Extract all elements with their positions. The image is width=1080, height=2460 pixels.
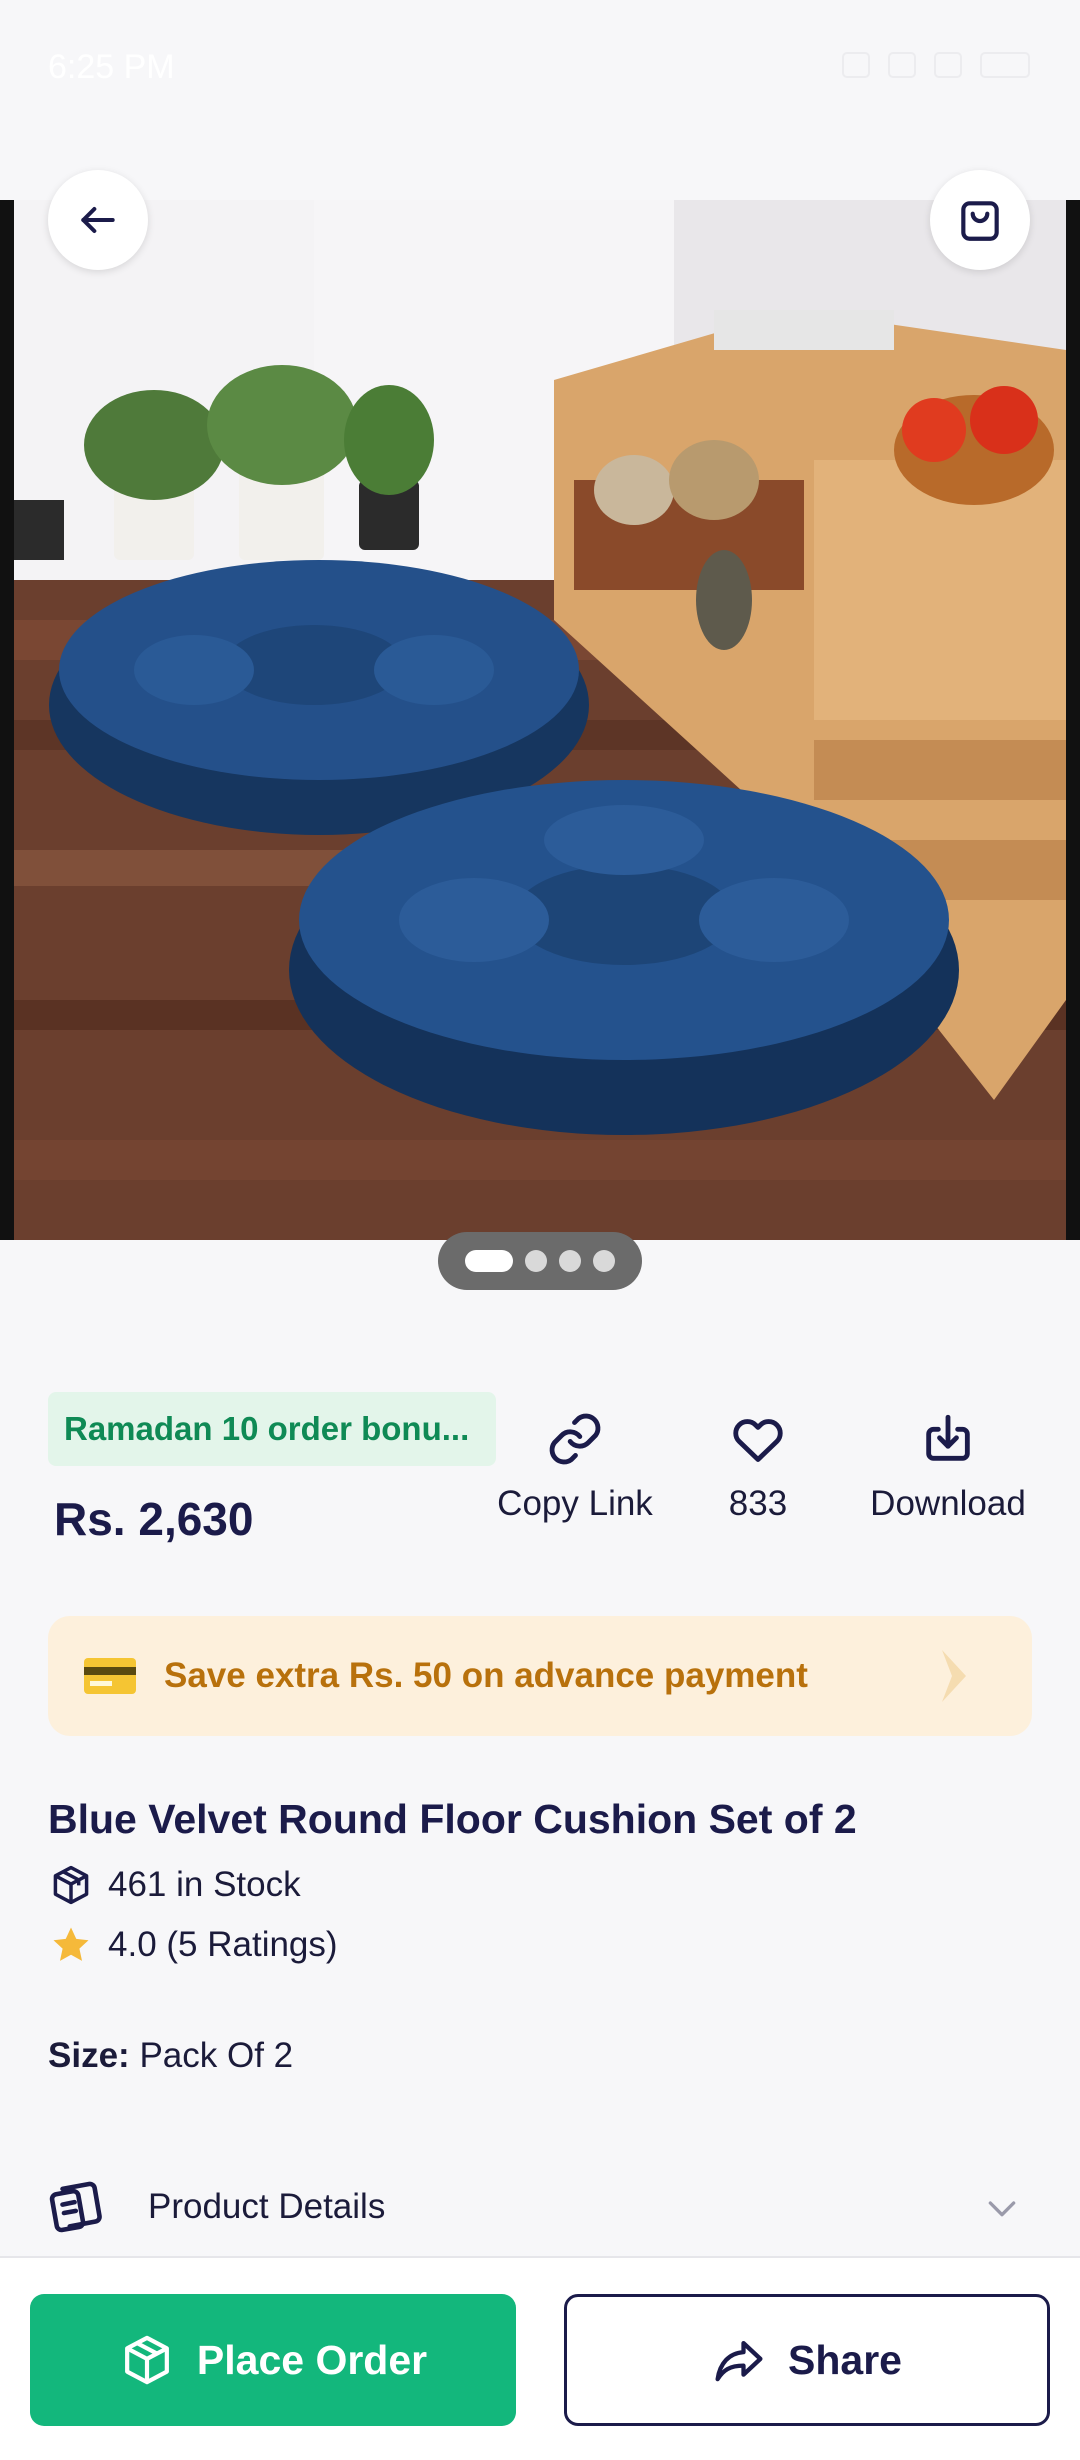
place-order-button[interactable]: Place Order — [30, 2294, 516, 2426]
download-icon — [926, 1414, 970, 1461]
arrow-left-icon — [81, 206, 115, 234]
back-button[interactable] — [48, 170, 148, 270]
status-icons — [842, 52, 1030, 78]
box-icon — [48, 1862, 94, 1908]
product-price: Rs. 2,630 — [54, 1493, 254, 1545]
product-details-label: Product Details — [148, 2187, 386, 2226]
download-button[interactable]: Download — [858, 1410, 1038, 1524]
share-label: Share — [788, 2336, 902, 2383]
copy-link-label: Copy Link — [497, 1484, 653, 1523]
wifi-icon — [888, 52, 916, 78]
status-bar: 6:25 PM — [0, 0, 1080, 135]
size-info: Size: Pack Of 2 — [48, 2036, 293, 2076]
advance-payment-text: Save extra Rs. 50 on advance payment — [164, 1656, 808, 1695]
document-icon — [49, 2181, 102, 2233]
share-icon — [715, 2340, 763, 2382]
pager-dot[interactable] — [525, 1250, 547, 1272]
share-button[interactable]: Share — [564, 2294, 1050, 2426]
heart-icon — [733, 1419, 783, 1462]
download-label: Download — [870, 1484, 1026, 1523]
like-count: 833 — [728, 1484, 788, 1523]
place-order-label: Place Order — [196, 2336, 428, 2383]
notification-icon — [842, 52, 870, 78]
star-icon — [48, 1922, 94, 1968]
package-icon — [124, 2335, 169, 2385]
size-value: Pack Of 2 — [139, 2036, 294, 2075]
image-pager[interactable] — [438, 1232, 642, 1290]
shopping-bag-icon — [961, 201, 999, 241]
advance-payment-banner[interactable]: Save extra Rs. 50 on advance payment — [48, 1616, 1032, 1736]
product-image-gallery[interactable] — [0, 200, 1080, 1240]
rating-text: 4.0 (5 Ratings) — [108, 1925, 338, 1964]
pager-dot[interactable] — [465, 1250, 513, 1272]
product-photo — [14, 200, 1066, 1240]
copy-link-button[interactable]: Copy Link — [485, 1410, 665, 1524]
stock-text: 461 in Stock — [108, 1865, 301, 1904]
stock-info: 461 in Stock — [48, 1862, 301, 1908]
signal-icon — [934, 52, 962, 78]
product-details-toggle[interactable]: Product Details — [48, 2172, 1032, 2242]
status-time: 6:25 PM — [48, 48, 175, 86]
rating-info[interactable]: 4.0 (5 Ratings) — [48, 1922, 338, 1968]
chevron-down-icon — [988, 2201, 1016, 2217]
cart-button[interactable] — [930, 170, 1030, 270]
product-title: Blue Velvet Round Floor Cushion Set of 2 — [48, 1796, 857, 1842]
size-label: Size: — [48, 2036, 130, 2075]
bottom-action-bar: Place Order Share — [0, 2256, 1080, 2460]
pager-dot[interactable] — [559, 1250, 581, 1272]
pager-dot[interactable] — [593, 1250, 615, 1272]
chevron-right-icon — [942, 1650, 966, 1702]
credit-card-icon — [84, 1658, 136, 1694]
wishlist-button[interactable]: 833 — [668, 1410, 848, 1524]
promo-badge[interactable]: Ramadan 10 order bonu... — [48, 1392, 496, 1466]
link-icon — [549, 1413, 601, 1465]
battery-icon — [980, 52, 1030, 78]
